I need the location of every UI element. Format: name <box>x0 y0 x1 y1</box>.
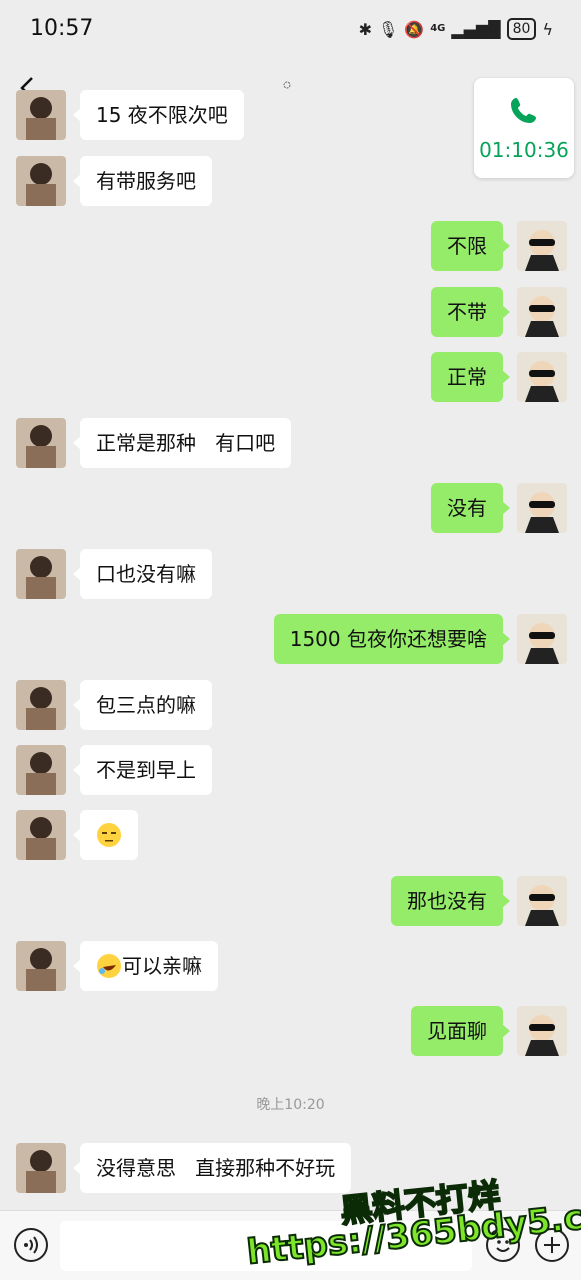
message-text: 不是到早上 <box>96 758 196 782</box>
message-list: 15 夜不限次吧 有带服务吧 不限 不带 正常 正常是那种 有口吧 没有 口也没… <box>0 0 581 1280</box>
message-bubble[interactable]: 口也没有嘛 <box>73 549 212 599</box>
message-bubble[interactable]: 不带 <box>431 287 510 337</box>
message-bubble[interactable]: 见面聊 <box>411 1006 510 1056</box>
message-received <box>16 810 152 860</box>
rolling-laughing-emoji <box>97 953 121 978</box>
voice-icon <box>24 1236 38 1254</box>
message-text: 有带服务吧 <box>96 169 196 193</box>
contact-avatar[interactable] <box>16 156 66 206</box>
my-avatar[interactable] <box>517 614 567 664</box>
message-text: 可以亲嘛 <box>122 954 202 978</box>
contact-avatar[interactable] <box>16 810 66 860</box>
message-sent: 正常 <box>417 352 567 402</box>
message-bubble[interactable]: 没得意思 直接那种不好玩 <box>72 1143 352 1193</box>
message-text: 没有 <box>447 496 487 520</box>
message-bubble[interactable]: 包三点的嘛 <box>73 680 212 730</box>
message-sent: 不限 <box>417 221 567 271</box>
message-sent: 那也没有 <box>377 876 567 926</box>
input-bar <box>0 1210 581 1280</box>
message-bubble[interactable]: 不限 <box>431 221 510 271</box>
message-received: 包三点的嘛 <box>16 680 226 730</box>
message-received: 不是到早上 <box>16 745 226 795</box>
message-received: 有带服务吧 <box>16 156 226 206</box>
voice-input-button[interactable] <box>14 1228 48 1262</box>
message-bubble[interactable]: 那也没有 <box>391 876 510 926</box>
message-text: 口也没有嘛 <box>96 562 196 586</box>
message-bubble[interactable]: 可以亲嘛 <box>73 941 218 991</box>
message-bubble[interactable] <box>73 810 138 860</box>
message-received: 15 夜不限次吧 <box>16 90 258 140</box>
message-text: 正常 <box>447 365 487 389</box>
contact-avatar[interactable] <box>16 1143 66 1193</box>
message-received: 没得意思 直接那种不好玩 <box>16 1143 365 1193</box>
message-bubble[interactable]: 1500 包夜你还想要啥 <box>273 614 511 664</box>
message-text: 不带 <box>447 300 487 324</box>
message-text: 包三点的嘛 <box>96 693 196 717</box>
message-bubble[interactable]: 正常是那种 有口吧 <box>72 418 292 468</box>
my-avatar[interactable] <box>517 876 567 926</box>
emoji-button[interactable] <box>486 1228 520 1262</box>
contact-avatar[interactable] <box>16 549 66 599</box>
smiley-icon <box>496 1240 510 1252</box>
contact-avatar[interactable] <box>16 745 66 795</box>
unamused-face-emoji <box>97 822 121 847</box>
contact-avatar[interactable] <box>16 941 66 991</box>
my-avatar[interactable] <box>517 287 567 337</box>
more-button[interactable] <box>535 1228 569 1262</box>
my-avatar[interactable] <box>517 483 567 533</box>
contact-avatar[interactable] <box>16 418 66 468</box>
message-text: 正常是那种 有口吧 <box>96 431 276 455</box>
message-text: 见面聊 <box>427 1019 487 1043</box>
message-text: 15 夜不限次吧 <box>96 103 228 127</box>
message-bubble[interactable]: 不是到早上 <box>73 745 212 795</box>
message-bubble[interactable]: 正常 <box>431 352 510 402</box>
message-received: 可以亲嘛 <box>16 941 232 991</box>
my-avatar[interactable] <box>517 221 567 271</box>
message-bubble[interactable]: 没有 <box>431 483 510 533</box>
my-avatar[interactable] <box>517 352 567 402</box>
message-sent: 不带 <box>417 287 567 337</box>
message-sent: 1500 包夜你还想要啥 <box>260 614 567 664</box>
my-avatar[interactable] <box>517 1006 567 1056</box>
message-sent: 没有 <box>417 483 567 533</box>
message-input[interactable] <box>60 1221 472 1271</box>
plus-icon <box>544 1237 560 1253</box>
message-text: 1500 包夜你还想要啥 <box>289 627 487 651</box>
message-received: 口也没有嘛 <box>16 549 226 599</box>
message-text: 没得意思 直接那种不好玩 <box>96 1156 336 1180</box>
message-text: 不限 <box>447 234 487 258</box>
contact-avatar[interactable] <box>16 90 66 140</box>
message-bubble[interactable]: 有带服务吧 <box>73 156 212 206</box>
message-bubble[interactable]: 15 夜不限次吧 <box>73 90 244 140</box>
message-sent: 见面聊 <box>397 1006 567 1056</box>
message-received: 正常是那种 有口吧 <box>16 418 305 468</box>
message-text: 那也没有 <box>407 889 487 913</box>
message-timestamp: 晚上10:20 <box>256 1097 325 1113</box>
contact-avatar[interactable] <box>16 680 66 730</box>
